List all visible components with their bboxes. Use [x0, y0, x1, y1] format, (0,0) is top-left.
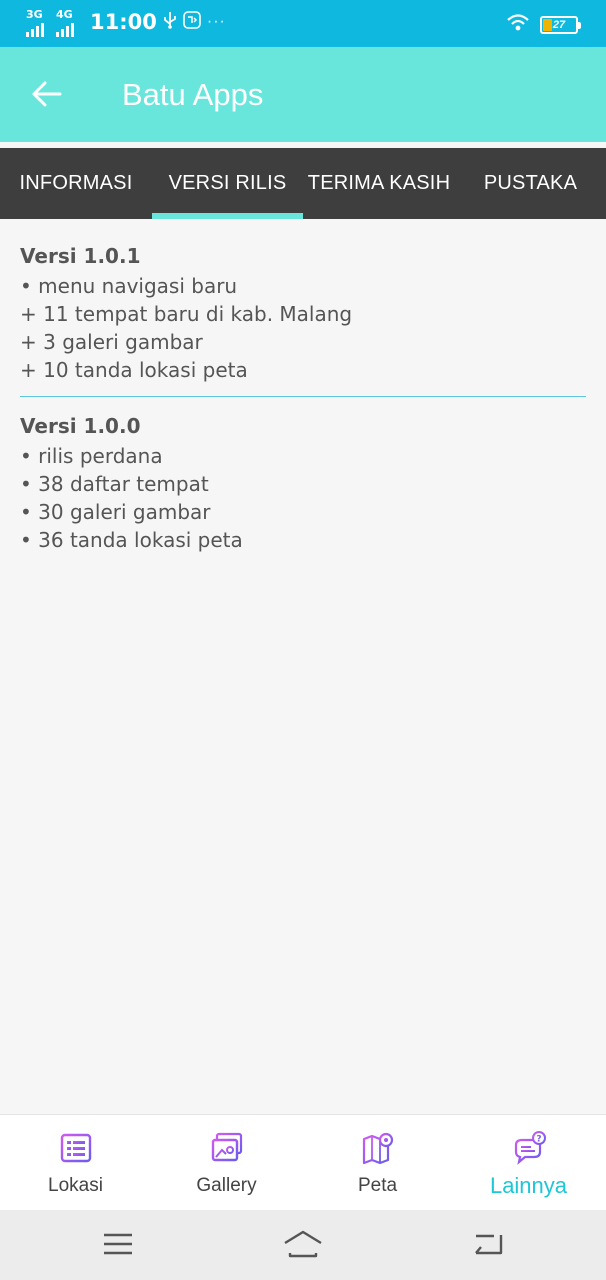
- map-icon: [362, 1132, 393, 1165]
- nav-label: Gallery: [196, 1175, 257, 1196]
- arrow-left-icon: [32, 81, 62, 107]
- release-items: • rilis perdana • 38 daftar tempat • 30 …: [20, 442, 586, 554]
- back-button[interactable]: [20, 67, 74, 121]
- status-left: 3G 4G 11:00 ···: [26, 8, 226, 37]
- list-item: + 11 tempat baru di kab. Malang: [20, 302, 353, 326]
- system-home-button[interactable]: [281, 1224, 325, 1264]
- release-notes: Versi 1.0.1 • menu navigasi baru + 11 te…: [20, 240, 586, 554]
- home-icon: [284, 1230, 322, 1258]
- signal-bars-icon: [56, 23, 74, 37]
- nav-label: Lainnya: [489, 1173, 568, 1198]
- status-time: 11:00: [90, 10, 157, 34]
- release-section: Versi 1.0.0 • rilis perdana • 38 daftar …: [20, 410, 586, 554]
- app-bar: Batu Apps: [0, 47, 606, 142]
- list-item: • 30 galeri gambar: [20, 500, 211, 524]
- tab-terima-kasih[interactable]: TERIMA KASIH: [303, 148, 455, 219]
- notification-app-icon: [183, 11, 201, 33]
- tab-bar: INFORMASI VERSI RILIS TERIMA KASIH PUSTA…: [0, 148, 606, 219]
- nav-item-lokasi[interactable]: Lokasi: [0, 1115, 151, 1211]
- network-3g-indicator: 3G: [26, 8, 50, 37]
- nav-item-peta[interactable]: Peta: [302, 1115, 453, 1211]
- gallery-icon: [211, 1132, 242, 1162]
- nav-label: Lokasi: [48, 1175, 103, 1196]
- battery-level: 27: [552, 18, 566, 31]
- system-back-button[interactable]: [466, 1224, 510, 1264]
- help-chat-icon: ?: [514, 1131, 546, 1165]
- usb-icon: [163, 11, 177, 33]
- list-item: • rilis perdana: [20, 444, 163, 468]
- back-icon: [475, 1234, 503, 1255]
- release-title: Versi 1.0.0: [20, 414, 141, 438]
- nav-item-gallery[interactable]: Gallery: [151, 1115, 302, 1211]
- battery-icon: 27: [540, 15, 581, 34]
- release-title: Versi 1.0.1: [20, 244, 141, 268]
- divider: [20, 396, 586, 397]
- more-notifications-icon: ···: [206, 13, 226, 30]
- system-navigation: [0, 1210, 606, 1280]
- nav-label: Peta: [357, 1175, 398, 1196]
- list-item: • menu navigasi baru: [20, 274, 238, 298]
- app-title: Batu Apps: [122, 77, 264, 112]
- list-item: + 10 tanda lokasi peta: [20, 358, 248, 382]
- tab-versi-rilis[interactable]: VERSI RILIS: [152, 148, 303, 219]
- tab-pustaka[interactable]: PUSTAKA: [455, 148, 606, 219]
- wifi-icon: [506, 12, 530, 37]
- release-items: • menu navigasi baru + 11 tempat baru di…: [20, 272, 586, 384]
- network-4g-indicator: 4G: [56, 8, 80, 37]
- list-item: • 38 daftar tempat: [20, 472, 209, 496]
- nav-item-lainnya[interactable]: ? Lainnya: [453, 1115, 604, 1211]
- network-4g-label: 4G: [56, 8, 73, 21]
- release-section: Versi 1.0.1 • menu navigasi baru + 11 te…: [20, 240, 586, 384]
- list-item: • 36 tanda lokasi peta: [20, 528, 243, 552]
- status-bar: 3G 4G 11:00 ··· 27: [0, 0, 606, 47]
- menu-icon: [104, 1233, 132, 1255]
- bottom-navigation: Lokasi Gallery Peta ? Lainnya: [0, 1114, 606, 1210]
- status-right: 27: [506, 12, 581, 37]
- system-menu-button[interactable]: [96, 1224, 140, 1264]
- svg-text:?: ?: [536, 1135, 541, 1145]
- tab-informasi[interactable]: INFORMASI: [0, 148, 152, 219]
- list-item: + 3 galeri gambar: [20, 330, 203, 354]
- list-icon: [60, 1133, 91, 1163]
- network-3g-label: 3G: [26, 8, 43, 21]
- signal-bars-icon: [26, 23, 44, 37]
